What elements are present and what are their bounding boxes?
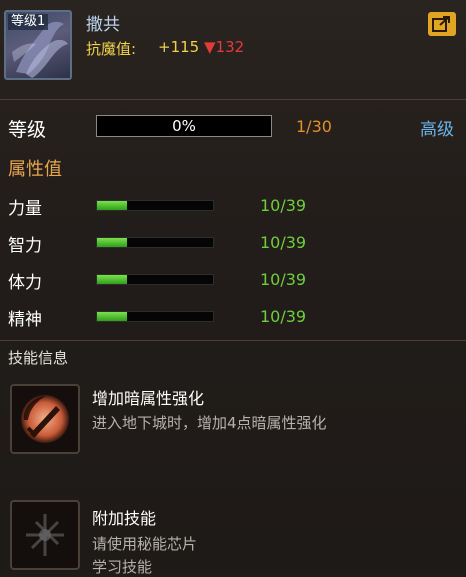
stat-bar-strength [96, 200, 214, 211]
item-name: 撒共 [86, 15, 120, 35]
stat-label-vitality: 体力 [8, 273, 42, 293]
skill-name: 附加技能 [92, 509, 157, 528]
stat-label-spirit: 精神 [8, 310, 42, 330]
stat-value-spirit: 10/39 [260, 307, 307, 326]
locked-skill-icon [26, 514, 64, 556]
skills-title: 技能信息 [8, 349, 69, 367]
level-badge: 等级1 [8, 14, 49, 30]
advanced-link[interactable]: 高级 [420, 115, 454, 140]
level-progress-text: 0% [172, 117, 196, 135]
skill-desc: 请使用秘能芯片 [92, 535, 198, 553]
skill-name: 增加暗属性强化 [92, 389, 205, 408]
skill-desc-line2: 学习技能 [92, 558, 153, 576]
stat-label-strength: 力量 [8, 199, 42, 219]
stat-bar-intelligence [96, 237, 214, 248]
resist-change: ▼132 [204, 38, 245, 56]
share-icon [432, 16, 450, 32]
item-header: 等级1 撒共 抗魔值: +115 ▼132 [0, 0, 466, 92]
stat-bar-vitality [96, 274, 214, 285]
dark-sword-icon [21, 395, 69, 443]
level-label: 等级 [8, 119, 47, 141]
stat-fill [97, 238, 127, 247]
skill-desc: 进入地下城时，增加4点暗属性强化 [92, 414, 327, 432]
level-count: 1/30 [296, 117, 332, 136]
item-portrait[interactable]: 等级1 [4, 10, 72, 80]
divider [0, 99, 466, 100]
stat-fill [97, 312, 127, 321]
resist-label: 抗魔值: [86, 40, 137, 58]
stat-value-strength: 10/39 [260, 196, 307, 215]
stat-value-intelligence: 10/39 [260, 233, 307, 252]
share-button[interactable] [428, 12, 456, 36]
stat-fill [97, 275, 127, 284]
skill-slot-dark-enhance[interactable] [10, 384, 80, 454]
divider [0, 340, 466, 341]
stat-label-intelligence: 智力 [8, 236, 42, 256]
resist-value: +115 [158, 38, 200, 56]
attributes-title: 属性值 [8, 159, 62, 180]
item-detail-panel: 等级1 撒共 抗魔值: +115 ▼132 等级 0% 1/30 高级 属性值 … [0, 0, 466, 576]
stat-fill [97, 201, 127, 210]
stat-bar-spirit [96, 311, 214, 322]
skill-slot-extra[interactable] [10, 500, 80, 570]
stat-value-vitality: 10/39 [260, 270, 307, 289]
